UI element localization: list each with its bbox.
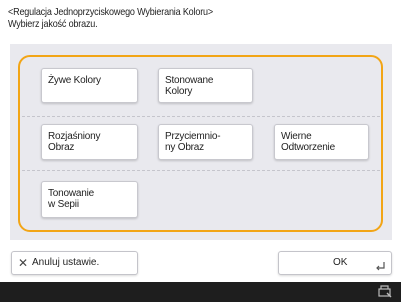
option-brighter-image-button[interactable]: Rozjaśniony Obraz [41,124,138,160]
option-label: Przyciemnio- ny Obraz [165,131,221,153]
status-bar [0,282,401,302]
option-muted-colors-button[interactable]: Stonowane Kolory [158,68,253,103]
screen-instruction: Wybierz jakość obrazu. [8,18,98,30]
option-label: Wierne Odtworzenie [281,131,335,153]
cancel-label: Anuluj ustawie. [32,257,100,268]
cancel-setting-button[interactable]: ✕ Anuluj ustawie. [11,251,138,275]
ok-label: OK [333,257,348,268]
option-label: Stonowane Kolory [165,75,214,97]
option-sepia-tone-button[interactable]: Tonowanie w Sepii [41,181,138,218]
row-divider [22,116,380,117]
option-faithful-reproduction-button[interactable]: Wierne Odtworzenie [274,124,369,160]
device-status-icon[interactable] [377,285,393,299]
close-icon: ✕ [18,256,29,270]
option-label: Żywe Kolory [48,75,101,86]
option-vivid-colors-button[interactable]: Żywe Kolory [41,68,138,103]
option-darker-image-button[interactable]: Przyciemnio- ny Obraz [158,124,253,160]
screen-header: <Regulacja Jednoprzyciskowego Wybierania… [8,6,343,30]
option-label: Rozjaśniony Obraz [48,131,101,153]
ok-button[interactable]: OK [278,251,392,275]
row-divider [22,170,380,171]
option-label: Tonowanie w Sepii [48,188,95,210]
enter-arrow-icon [376,262,385,271]
screen-title: <Regulacja Jednoprzyciskowego Wybierania… [8,6,214,18]
